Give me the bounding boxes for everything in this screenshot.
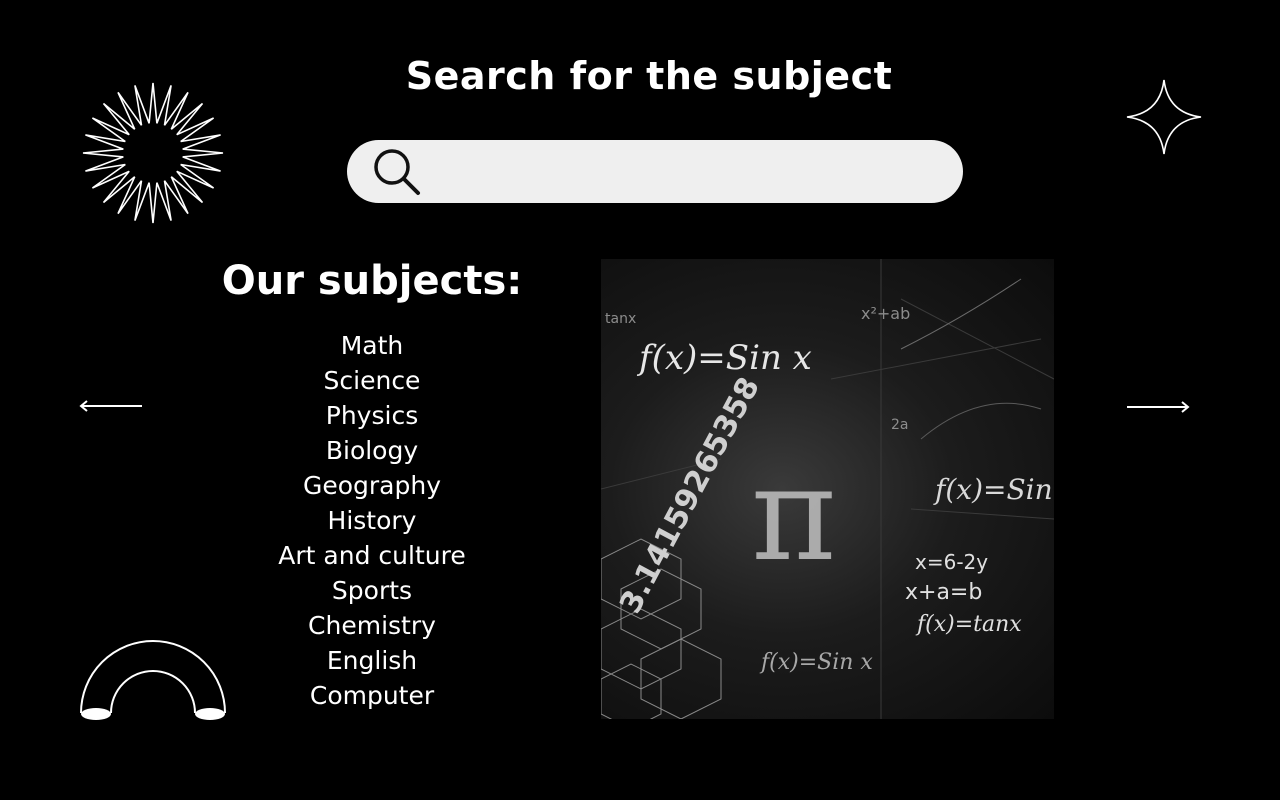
formula-text: f(x)=Sin x — [759, 650, 873, 675]
formula-text: x+a=b — [905, 580, 982, 605]
page-title: Search for the subject — [405, 54, 893, 98]
formula-text: f(x)=Sin x — [933, 473, 1054, 506]
subject-item-english[interactable]: English — [222, 643, 522, 678]
formula-text: tanx — [605, 311, 636, 327]
page: Search for the subject Our subjects: Mat… — [0, 0, 1280, 800]
subject-item-computer[interactable]: Computer — [222, 678, 522, 713]
pi-digits-text: 3.14159265358 — [613, 372, 767, 620]
math-photo: π f(x)=Sin x f(x)=Sin x x=6-2y x+a=b f(x… — [601, 259, 1054, 719]
subject-item-biology[interactable]: Biology — [222, 433, 522, 468]
subject-item-geography[interactable]: Geography — [222, 468, 522, 503]
subject-item-chemistry[interactable]: Chemistry — [222, 608, 522, 643]
formula-text: 2a — [891, 417, 909, 433]
subject-item-physics[interactable]: Physics — [222, 398, 522, 433]
subject-item-science[interactable]: Science — [222, 363, 522, 398]
formula-text: f(x)=tanx — [915, 612, 1022, 637]
subject-item-math[interactable]: Math — [222, 328, 522, 363]
subject-item-history[interactable]: History — [222, 503, 522, 538]
pi-symbol: π — [751, 438, 836, 590]
search-input[interactable] — [430, 150, 944, 195]
subject-item-sports[interactable]: Sports — [222, 573, 522, 608]
subject-item-art-and-culture[interactable]: Art and culture — [222, 538, 522, 573]
subject-list: Math Science Physics Biology Geography H… — [222, 328, 522, 713]
search-icon[interactable] — [372, 147, 424, 197]
arrow-left-icon[interactable] — [78, 398, 144, 414]
arrow-right-icon[interactable] — [1125, 399, 1191, 415]
subjects-title: Our subjects: — [221, 258, 523, 304]
formula-text: f(x)=Sin x — [636, 338, 812, 378]
arch-icon — [80, 640, 226, 720]
formula-text: x²+ab — [861, 304, 910, 323]
math-photo-art: π f(x)=Sin x f(x)=Sin x x=6-2y x+a=b f(x… — [601, 259, 1054, 719]
formula-text: x=6-2y — [915, 550, 988, 574]
